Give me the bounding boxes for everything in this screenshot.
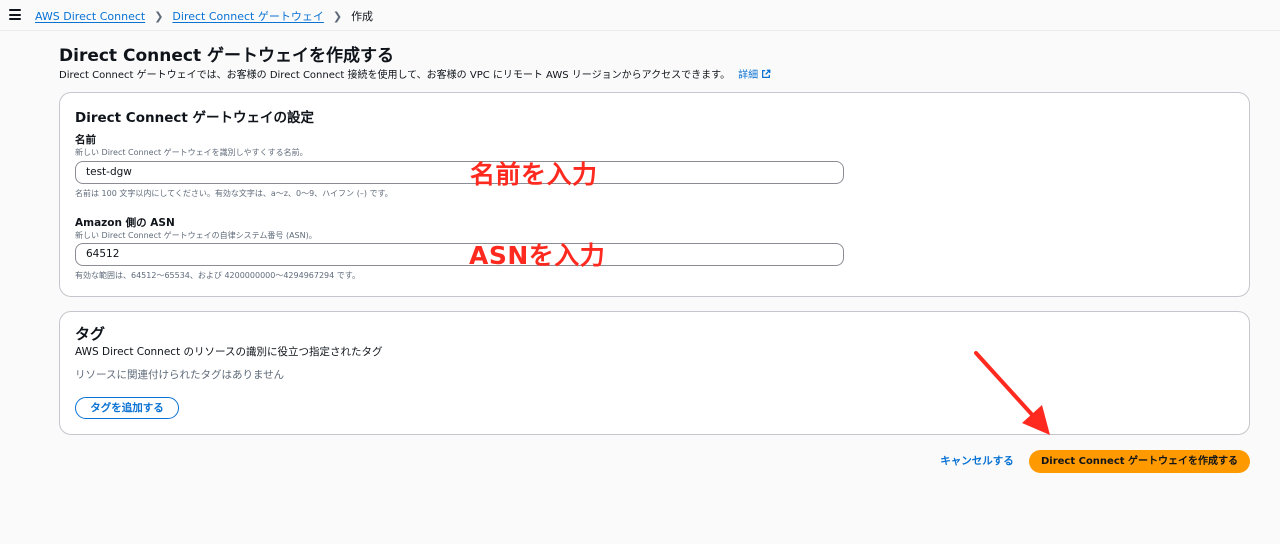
chevron-right-icon: ❯ [154, 9, 164, 23]
tags-panel-description: AWS Direct Connect のリソースの識別に役立つ指定されたタグ [75, 346, 383, 358]
external-link-icon [762, 69, 771, 78]
asn-field-description: 新しい Direct Connect ゲートウェイの自律システム番号 (ASN)… [75, 231, 317, 240]
breadcrumb-current: 作成 [351, 10, 374, 23]
breadcrumb: AWS Direct Connect ❯ Direct Connect ゲートウ… [35, 8, 373, 24]
page-title: Direct Connect ゲートウェイを作成する [59, 46, 394, 66]
breadcrumb-link-direct-connect[interactable]: AWS Direct Connect [35, 10, 145, 23]
asn-annotation: ASNを入力 [469, 241, 606, 270]
page-description-text: Direct Connect ゲートウェイでは、お客様の Direct Conn… [59, 70, 731, 81]
name-field-label: 名前 [75, 134, 96, 146]
info-link[interactable]: 詳細 [738, 66, 771, 81]
top-navigation-bar: AWS Direct Connect ❯ Direct Connect ゲートウ… [0, 0, 1280, 30]
tags-empty-state: リソースに関連付けられたタグはありません [75, 369, 285, 381]
create-gateway-button[interactable]: Direct Connect ゲートウェイを作成する [1029, 450, 1250, 473]
tags-panel: タグ AWS Direct Connect のリソースの識別に役立つ指定されたタ… [59, 311, 1250, 435]
asn-field-constraint: 有効な範囲は、64512〜65534、および 4200000000〜429496… [75, 271, 360, 280]
asn-input[interactable]: 64512 [75, 243, 844, 266]
name-field-description: 新しい Direct Connect ゲートウェイを識別しやすくする名前。 [75, 148, 308, 157]
chevron-right-icon: ❯ [332, 9, 343, 23]
cancel-button[interactable]: キャンセルする [932, 452, 1022, 470]
name-input[interactable]: test-dgw [75, 161, 844, 184]
asn-field-label: Amazon 側の ASN [75, 217, 175, 229]
add-tag-button[interactable]: タグを追加する [75, 397, 179, 419]
gateway-settings-panel: Direct Connect ゲートウェイの設定 名前 新しい Direct C… [59, 92, 1250, 297]
red-arrow-annotation [974, 351, 1050, 435]
divider [0, 30, 1280, 31]
name-field-constraint: 名前は 100 文字以内にしてください。有効な文字は、a〜z、0〜9、ハイフン … [75, 189, 393, 198]
page-description: Direct Connect ゲートウェイでは、お客様の Direct Conn… [59, 66, 771, 81]
breadcrumb-link-gateways[interactable]: Direct Connect ゲートウェイ [172, 8, 323, 24]
tags-panel-title: タグ [75, 325, 106, 343]
name-annotation: 名前を入力 [470, 160, 598, 189]
hamburger-menu-icon[interactable] [9, 9, 21, 20]
settings-panel-title: Direct Connect ゲートウェイの設定 [75, 110, 315, 126]
info-link-label[interactable]: 詳細 [738, 66, 758, 81]
